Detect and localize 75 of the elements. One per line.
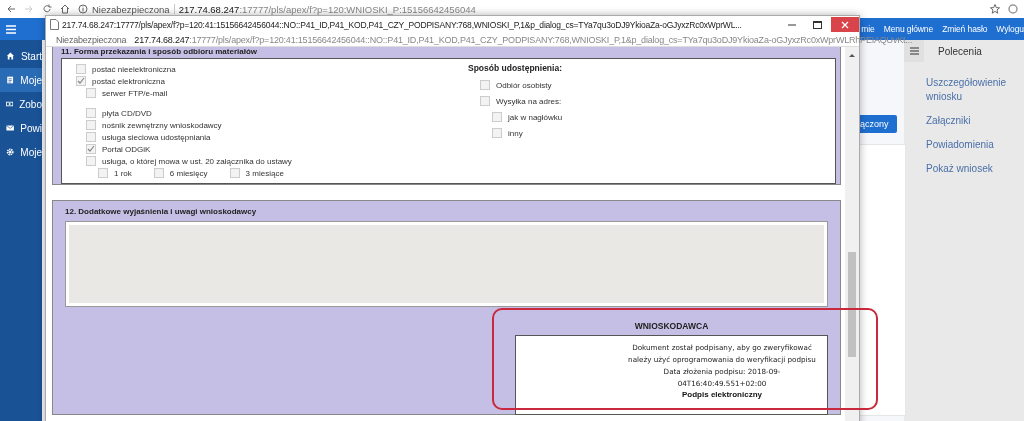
checkbox[interactable] — [86, 156, 96, 166]
checkbox[interactable] — [480, 80, 490, 90]
checkbox[interactable] — [98, 168, 108, 178]
option-label: usługa sieciowa udostępniania — [102, 132, 211, 142]
menu-icon[interactable] — [6, 24, 16, 34]
option-label: Wysyłka na adres: — [496, 96, 562, 106]
panel-title: Polecenia — [938, 45, 982, 57]
option-label: 1 rok — [114, 168, 132, 178]
window-title: 217.74.68.247:17777/pls/apex/f?p=120:41:15156642456044::NO::P41_ID,P41_KOD,P41_CZY_PODPISANY:768,WNIOSKI_P,1&p_dialog_cs=TYa7qu3oDJ9YkioaZa-oGJyxzRc0xWprWL... — [62, 19, 743, 30]
command-link[interactable]: Powiadomienia — [926, 138, 1016, 152]
section-title: 11. Forma przekazania i sposób odbioru materiałów — [61, 47, 259, 58]
nav-link[interactable]: Menu główne — [883, 24, 934, 34]
sidebar-item[interactable]: Moje — [0, 140, 42, 164]
document-icon — [6, 75, 15, 85]
checkbox[interactable] — [76, 76, 86, 86]
comments-textarea[interactable] — [65, 221, 828, 307]
sidebar-item[interactable]: Zobo — [0, 92, 42, 116]
mail-icon — [6, 123, 15, 133]
command-link[interactable]: Pokaż wniosek — [926, 162, 1016, 176]
sidebar-item[interactable]: Start — [0, 44, 42, 68]
nav-link[interactable]: Zmień hasło — [942, 24, 988, 34]
option-label: postać nieelektroniczna — [92, 64, 176, 74]
checkbox[interactable] — [86, 88, 96, 98]
maximize-icon — [812, 20, 822, 29]
sidebar-item[interactable]: Moje — [0, 68, 42, 92]
checkbox[interactable] — [153, 168, 164, 178]
menu-icon — [909, 47, 919, 55]
option-label: płyta CD/DVD — [102, 108, 152, 118]
security-label: Niezabezpieczona — [56, 33, 127, 47]
checkbox[interactable] — [86, 144, 96, 154]
checkbox[interactable] — [492, 112, 502, 122]
close-button[interactable] — [831, 17, 859, 32]
scroll-thumb[interactable] — [848, 252, 856, 357]
scrollbar[interactable] — [845, 47, 859, 421]
signature-label: Podpis elektroniczny — [681, 390, 763, 399]
section-title: 12. Dodatkowe wyjaśnienia i uwagi wnioskodawcy — [65, 206, 258, 218]
checkbox[interactable] — [86, 120, 96, 130]
security-label: Niezabezpieczona — [92, 3, 170, 15]
sidebar-item[interactable]: Powi — [0, 116, 42, 140]
reload-icon[interactable] — [42, 4, 52, 14]
checkbox[interactable] — [76, 64, 86, 74]
option-label: usługa, o której mowa w ust. 20 załącznika do ustawy — [102, 156, 292, 166]
option-label: 3 miesiące — [245, 168, 284, 178]
star-icon[interactable] — [990, 4, 1000, 14]
option-label: inny — [508, 128, 523, 138]
nav-link[interactable]: mie — [861, 24, 875, 34]
checkbox[interactable] — [492, 128, 502, 138]
option-label: 6 miesięcy — [169, 168, 208, 178]
option-label: Portal ODGiK — [102, 144, 151, 154]
info-icon[interactable] — [78, 4, 88, 14]
forward-icon[interactable] — [24, 4, 34, 14]
money-icon — [6, 99, 14, 109]
command-link[interactable]: Załączniki — [926, 114, 1016, 128]
checkbox[interactable] — [229, 168, 240, 178]
home-icon — [6, 51, 15, 61]
checkbox[interactable] — [480, 96, 490, 106]
gear-icon — [6, 147, 15, 157]
command-link[interactable]: Uszczegółowienie wniosku — [926, 76, 1016, 104]
checkbox[interactable] — [86, 132, 96, 142]
option-label: Odbiór osobisty — [496, 80, 552, 90]
nav-link[interactable]: Wylogu — [996, 24, 1024, 34]
extension-icon[interactable] — [1008, 4, 1018, 14]
back-icon[interactable] — [6, 4, 16, 14]
option-label: postać elektroniczna — [92, 76, 165, 86]
signature-title: WNIOSKODAWCA — [633, 321, 710, 331]
minimize-icon — [788, 23, 796, 26]
page-icon — [50, 19, 59, 30]
close-icon — [841, 20, 849, 29]
option-label: nośnik zewnętrzny wnioskodawcy — [102, 120, 222, 130]
url-text[interactable]: 217.74.68.247:17777/pls/apex/f?p=120:WNIOSKI_P:15156642456044 — [178, 3, 476, 15]
option-label: jak w nagłówku — [508, 112, 563, 122]
home-icon[interactable] — [60, 4, 70, 14]
checkbox[interactable] — [86, 108, 96, 118]
group-title: Sposób udostępnienia: — [468, 63, 563, 73]
option-label: serwer FTP/e-mail — [102, 88, 168, 98]
